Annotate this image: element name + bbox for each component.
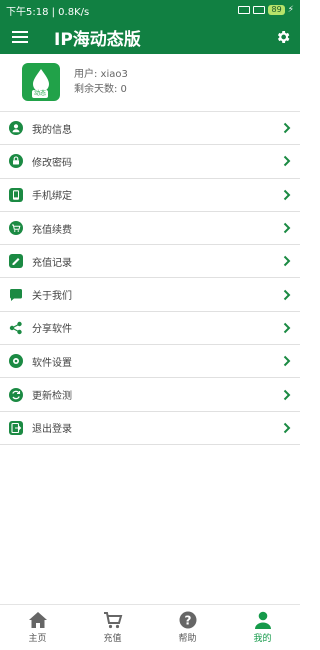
menu-label: 分享软件 [32, 324, 72, 336]
menu-item-share-app[interactable]: 分享软件 [0, 312, 300, 346]
menu-label: 修改密码 [32, 157, 72, 169]
menu-item-about-us[interactable]: 关于我们 [0, 278, 300, 312]
svg-text:?: ? [184, 614, 191, 628]
nav-label: 帮助 [178, 634, 197, 644]
username: 用户: xiao3 [74, 69, 128, 80]
chat-icon [9, 288, 22, 301]
phone-icon [9, 187, 23, 202]
menu-label: 更新检测 [32, 391, 72, 403]
gear-icon [277, 31, 290, 43]
menu-label: 退出登录 [32, 424, 72, 436]
menu-item-phone-binding[interactable]: 手机绑定 [0, 179, 300, 212]
menu-item-my-info[interactable]: 我的信息 [0, 112, 300, 146]
refresh-icon [9, 387, 23, 402]
logo-tag: 动态 [32, 90, 49, 98]
user-icon [254, 611, 271, 629]
menu-item-recharge-record[interactable]: 充值记录 [0, 245, 300, 279]
nav-label: 充值 [103, 634, 122, 644]
chevron-right-icon [283, 189, 291, 200]
bottom-nav: 主页 充值 ? 帮助 我的 [0, 604, 300, 650]
battery-icon: 89 [268, 5, 285, 15]
menu-button[interactable] [0, 20, 40, 54]
lock-icon [9, 154, 23, 169]
status-time: 下午5:18 | 0.8K/s [6, 6, 90, 18]
chevron-right-icon [283, 356, 291, 367]
app-title: IP海动态版 [54, 29, 141, 50]
settings-menu: 我的信息 修改密码 手机绑定 充值续费 充值记录 关于我们 分享软件 软件设置 [0, 111, 300, 445]
remaining-days: 剩余天数: 0 [74, 84, 127, 95]
app-toolbar: IP海动态版 [0, 20, 300, 54]
signal-icon [238, 6, 251, 14]
menu-label: 充值续费 [32, 224, 72, 236]
menu-item-recharge[interactable]: 充值续费 [0, 212, 300, 246]
menu-label: 手机绑定 [32, 191, 72, 203]
record-icon [9, 254, 23, 269]
nav-tab-recharge[interactable]: 充值 [75, 605, 150, 650]
menu-label: 我的信息 [32, 124, 72, 136]
hamburger-icon [12, 31, 28, 43]
menu-item-check-update[interactable]: 更新检测 [0, 378, 300, 412]
chevron-right-icon [283, 422, 291, 434]
user-icon [9, 121, 23, 136]
chevron-right-icon [283, 122, 291, 134]
cart-icon [9, 221, 23, 236]
chevron-right-icon [283, 389, 291, 400]
menu-label: 关于我们 [32, 291, 72, 303]
status-bar: 下午5:18 | 0.8K/s 89 ⚡ [0, 0, 300, 20]
menu-item-app-settings[interactable]: 软件设置 [0, 345, 300, 379]
user-info: 用户: xiao3 剩余天数: 0 [74, 67, 128, 97]
nav-tab-help[interactable]: ? 帮助 [150, 605, 225, 650]
status-icons: 89 ⚡ [238, 5, 294, 15]
chevron-right-icon [283, 289, 291, 300]
signal-icon-2 [253, 6, 266, 14]
nav-tab-mine[interactable]: 我的 [225, 605, 300, 650]
chevron-right-icon [283, 256, 291, 267]
nav-label: 主页 [28, 634, 47, 644]
charging-icon: ⚡ [287, 5, 294, 15]
gear-icon [9, 354, 23, 369]
settings-button[interactable] [266, 20, 300, 54]
app-logo: 动态 [22, 63, 60, 101]
menu-item-logout[interactable]: 退出登录 [0, 412, 300, 445]
help-icon: ? [179, 611, 196, 629]
logout-icon [9, 420, 23, 435]
menu-item-change-password[interactable]: 修改密码 [0, 145, 300, 179]
chevron-right-icon [283, 322, 291, 334]
chevron-right-icon [283, 156, 291, 167]
nav-tab-home[interactable]: 主页 [0, 605, 75, 650]
chevron-right-icon [283, 222, 291, 234]
cart-icon [103, 612, 122, 629]
menu-label: 软件设置 [32, 357, 72, 369]
profile-header: 动态 用户: xiao3 剩余天数: 0 [0, 54, 300, 110]
home-icon [28, 612, 47, 628]
share-icon [9, 321, 22, 335]
menu-label: 充值记录 [32, 257, 72, 269]
nav-label: 我的 [253, 634, 272, 644]
